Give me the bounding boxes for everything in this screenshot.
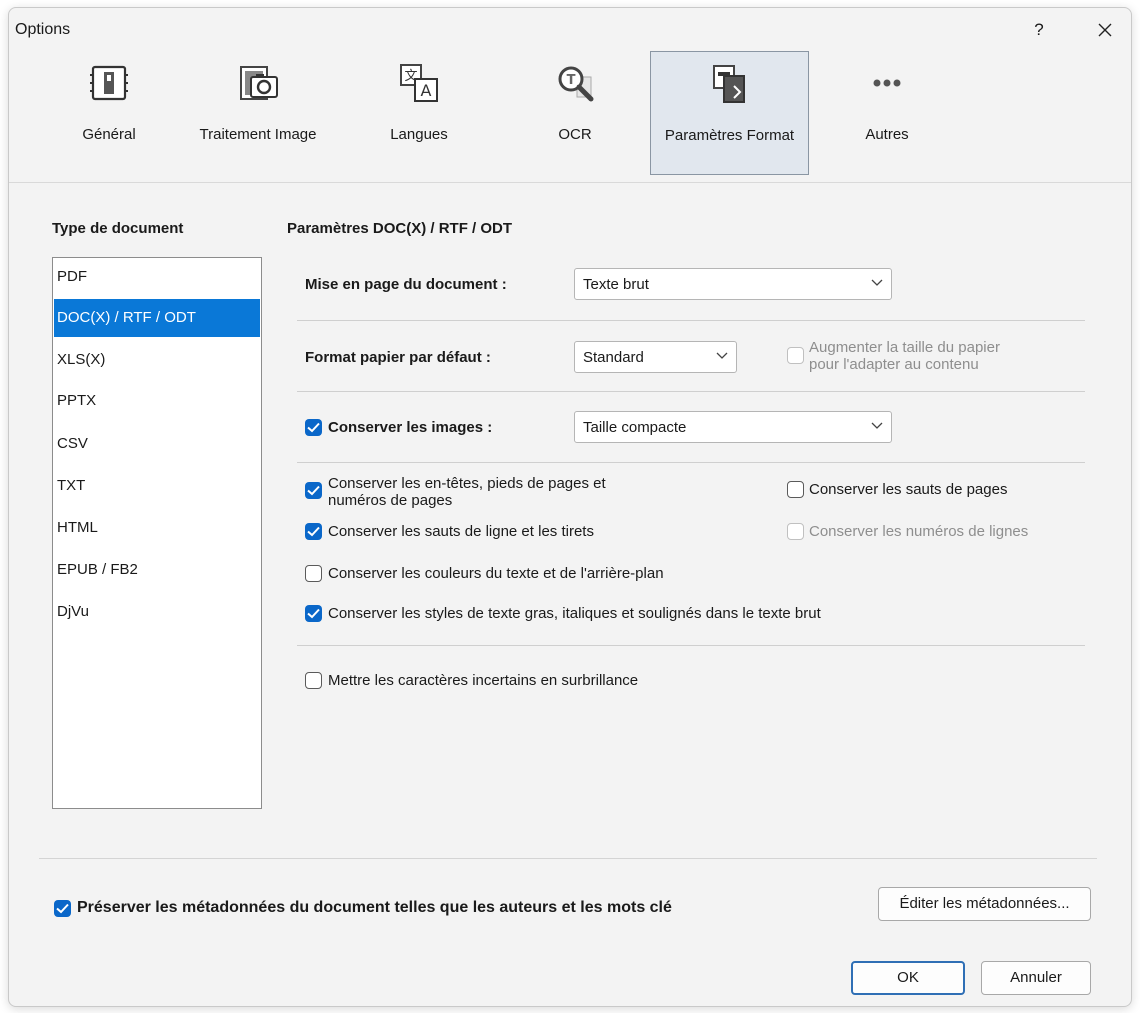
cancel-button[interactable]: Annuler: [981, 961, 1091, 995]
list-item[interactable]: PPTX: [54, 382, 260, 420]
layout-label: Mise en page du document :: [305, 276, 507, 293]
keep-colors-checkbox[interactable]: [305, 565, 322, 582]
keep-line-breaks-checkbox[interactable]: [305, 523, 322, 540]
keep-headers-checkbox[interactable]: [305, 482, 322, 499]
divider: [297, 645, 1085, 646]
keep-line-breaks-label: Conserver les sauts de ligne et les tire…: [328, 523, 594, 540]
images-size-value: Taille compacte: [583, 419, 687, 436]
bottom-divider: [39, 858, 1097, 859]
keep-text-styles-checkbox[interactable]: [305, 605, 322, 622]
svg-text:A: A: [421, 81, 432, 100]
highlight-uncertain-checkbox[interactable]: [305, 672, 322, 689]
tab-format-settings-label: Paramètres Format: [664, 127, 795, 144]
languages-icon: 文 A: [400, 64, 438, 102]
keep-headers-label-2: numéros de pages: [328, 492, 453, 509]
list-item[interactable]: PDF: [54, 258, 260, 296]
format-settings-panel: Type de document Paramètres DOC(X) / RTF…: [9, 183, 1131, 1006]
tab-more-label: Autres: [865, 126, 909, 143]
help-button[interactable]: ?: [1027, 18, 1051, 42]
close-button[interactable]: [1091, 16, 1119, 44]
preserve-metadata-checkbox[interactable]: [54, 900, 71, 917]
tab-format-settings[interactable]: Paramètres Format: [650, 51, 809, 175]
keep-images-checkbox[interactable]: [305, 419, 322, 436]
image-processing-icon: [240, 66, 278, 100]
tab-more[interactable]: Autres: [821, 51, 953, 173]
options-toolbar: Général Traitement Image 文 A Langues T O…: [9, 50, 1131, 183]
tab-image-processing-label: Traitement Image: [199, 126, 317, 143]
tab-languages-label: Langues: [390, 126, 448, 143]
list-item[interactable]: CSV: [54, 425, 260, 463]
keep-headers-label-1: Conserver les en-têtes, pieds de pages e…: [328, 475, 606, 492]
keep-colors-label: Conserver les couleurs du texte et de l'…: [328, 565, 664, 582]
settings-heading: Paramètres DOC(X) / RTF / ODT: [287, 220, 513, 237]
tab-ocr[interactable]: T OCR: [509, 51, 641, 173]
chevron-down-icon: [871, 422, 883, 429]
layout-select[interactable]: Texte brut: [574, 268, 892, 300]
keep-page-breaks-checkbox[interactable]: [787, 481, 804, 498]
paper-format-select[interactable]: Standard: [574, 341, 737, 373]
list-item[interactable]: HTML: [54, 509, 260, 547]
more-dots-icon: [873, 79, 901, 87]
list-item-selected[interactable]: DOC(X) / RTF / ODT: [54, 299, 260, 337]
svg-text:T: T: [567, 73, 576, 88]
ocr-icon: T: [558, 66, 594, 102]
layout-value: Texte brut: [583, 276, 649, 293]
keep-text-styles-label: Conserver les styles de texte gras, ital…: [328, 605, 821, 622]
options-dialog: Options ? Général Traitement Image 文 A L…: [8, 7, 1132, 1007]
close-icon: [1098, 23, 1112, 37]
tab-general[interactable]: Général: [51, 51, 167, 173]
paper-format-value: Standard: [583, 349, 644, 366]
list-item[interactable]: TXT: [54, 467, 260, 505]
tab-ocr-label: OCR: [558, 126, 592, 143]
list-item[interactable]: EPUB / FB2: [54, 551, 260, 589]
ok-button[interactable]: OK: [851, 961, 965, 995]
title-bar: Options ?: [9, 8, 1131, 50]
chevron-down-icon: [871, 279, 883, 286]
paper-format-label: Format papier par défaut :: [305, 349, 491, 366]
divider: [297, 391, 1085, 392]
increase-paper-checkbox[interactable]: [787, 347, 804, 364]
images-size-select[interactable]: Taille compacte: [574, 411, 892, 443]
document-type-list[interactable]: PDF DOC(X) / RTF / ODT XLS(X) PPTX CSV T…: [52, 257, 262, 809]
keep-line-numbers-checkbox[interactable]: [787, 523, 804, 540]
divider: [297, 320, 1085, 321]
preserve-metadata-label: Préserver les métadonnées du document te…: [77, 899, 672, 916]
general-settings-icon: [90, 65, 128, 101]
tab-languages[interactable]: 文 A Langues: [351, 51, 487, 173]
tab-image-processing[interactable]: Traitement Image: [192, 51, 324, 173]
highlight-uncertain-label: Mettre les caractères incertains en surb…: [328, 672, 639, 689]
list-item[interactable]: XLS(X): [54, 341, 260, 379]
window-title: Options: [15, 21, 71, 38]
keep-page-breaks-label: Conserver les sauts de pages: [809, 481, 1008, 498]
increase-paper-label-1: Augmenter la taille du papier: [809, 339, 1000, 356]
increase-paper-label-2: pour l'adapter au contenu: [809, 356, 979, 373]
edit-metadata-button[interactable]: Éditer les métadonnées...: [878, 887, 1091, 921]
format-settings-icon: [712, 65, 745, 103]
document-type-heading: Type de document: [52, 220, 184, 237]
divider: [297, 462, 1085, 463]
keep-images-label: Conserver les images :: [328, 419, 493, 436]
tab-general-label: Général: [82, 126, 136, 143]
list-item[interactable]: DjVu: [54, 593, 260, 631]
keep-line-numbers-label: Conserver les numéros de lignes: [809, 523, 1029, 540]
chevron-down-icon: [716, 352, 728, 359]
